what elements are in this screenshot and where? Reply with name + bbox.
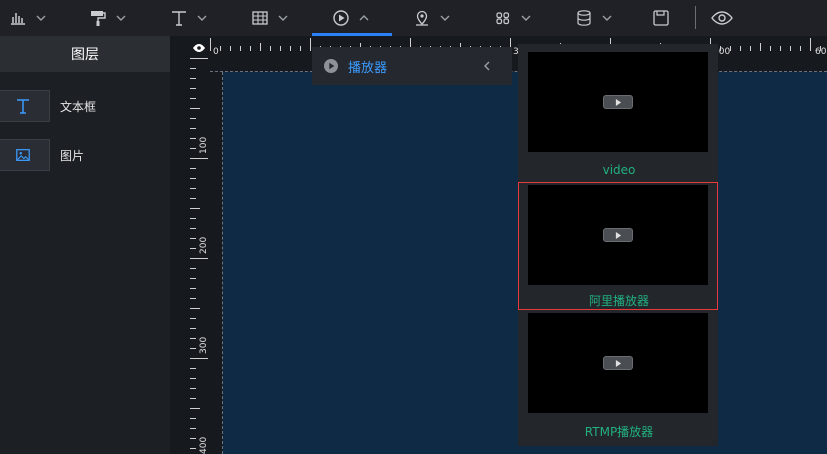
data-menu-button[interactable] bbox=[575, 0, 613, 36]
player-dropdown: video 阿里播放器 RTMP播放器 bbox=[518, 44, 718, 446]
layer-label: 图片 bbox=[60, 148, 85, 163]
play-button bbox=[603, 356, 633, 370]
chevron-down-icon bbox=[197, 15, 207, 21]
paint-roller-icon bbox=[91, 11, 106, 26]
ruler-label: 300 bbox=[199, 337, 209, 354]
database-icon bbox=[577, 10, 591, 26]
layer-item-image[interactable]: 图片 bbox=[0, 139, 170, 171]
layer-thumbnail bbox=[0, 90, 50, 122]
save-icon bbox=[653, 10, 669, 26]
chevron-down-icon bbox=[116, 15, 126, 21]
eye-icon bbox=[711, 11, 733, 25]
player-option-rtmp[interactable]: RTMP播放器 bbox=[518, 312, 718, 440]
bar-chart-icon bbox=[11, 13, 25, 25]
play-circle-icon bbox=[324, 59, 338, 73]
player-label: 阿里播放器 bbox=[588, 294, 649, 308]
layer-item-textbox[interactable]: 文本框 bbox=[0, 90, 170, 122]
stage-margin-left bbox=[210, 72, 223, 454]
submenu-label: 播放器 bbox=[348, 60, 388, 76]
layer-label: 文本框 bbox=[60, 99, 97, 114]
component-menu-button[interactable] bbox=[494, 0, 532, 36]
chevron-down-icon bbox=[602, 15, 612, 21]
eye-icon bbox=[193, 44, 205, 52]
layers-panel: 图层 文本框 图片 bbox=[0, 36, 170, 454]
player-label: RTMP播放器 bbox=[584, 425, 654, 439]
text-icon bbox=[17, 99, 29, 114]
layers-title: 图层 bbox=[0, 36, 170, 72]
top-toolbar bbox=[0, 0, 827, 36]
editor-window: 图层 文本框 图片 0 3 600 60 100 200 300 400 播放器… bbox=[0, 0, 827, 454]
play-icon bbox=[615, 231, 621, 239]
chart-menu-button[interactable] bbox=[9, 0, 47, 36]
preview-button[interactable] bbox=[711, 0, 733, 36]
chevron-left-icon[interactable] bbox=[482, 60, 492, 72]
vertical-ruler: 100 200 300 400 bbox=[190, 58, 209, 454]
text-menu-button[interactable] bbox=[170, 0, 208, 36]
ruler-label: 100 bbox=[199, 137, 209, 154]
player-option-aliyun[interactable]: 阿里播放器 bbox=[518, 182, 718, 310]
player-option-video[interactable]: video bbox=[518, 47, 718, 177]
ruler-label: 0 bbox=[213, 47, 219, 57]
canvas-area: 0 3 600 60 100 200 300 400 bbox=[170, 36, 827, 454]
ruler-label: 60 bbox=[815, 47, 827, 57]
chevron-down-icon bbox=[440, 15, 450, 21]
ruler-label: 200 bbox=[199, 237, 209, 254]
chevron-up-icon bbox=[359, 15, 369, 21]
play-icon bbox=[615, 98, 621, 106]
chevron-down-icon bbox=[278, 15, 288, 21]
toolbar-divider bbox=[695, 6, 696, 29]
player-label: video bbox=[602, 163, 636, 177]
media-submenu[interactable]: 播放器 bbox=[312, 47, 512, 85]
play-button bbox=[603, 95, 633, 109]
video-preview bbox=[528, 185, 708, 285]
table-icon bbox=[252, 11, 268, 25]
layer-thumbnail bbox=[0, 139, 50, 171]
chevron-down-icon bbox=[36, 15, 46, 21]
play-circle-icon bbox=[333, 10, 349, 26]
style-menu-button[interactable] bbox=[89, 0, 127, 36]
play-icon bbox=[615, 359, 621, 367]
text-icon bbox=[172, 11, 186, 26]
ruler-label: 400 bbox=[199, 437, 209, 454]
map-pin-icon bbox=[416, 10, 428, 26]
video-preview bbox=[528, 52, 708, 152]
video-preview bbox=[528, 313, 708, 413]
chevron-down-icon bbox=[521, 15, 531, 21]
save-button[interactable] bbox=[652, 0, 670, 36]
play-button bbox=[603, 228, 633, 242]
ruler-visibility-toggle[interactable] bbox=[188, 38, 210, 58]
grid-icon bbox=[496, 12, 510, 25]
media-menu-button[interactable] bbox=[332, 0, 370, 36]
map-menu-button[interactable] bbox=[413, 0, 451, 36]
image-icon bbox=[16, 149, 30, 161]
table-menu-button[interactable] bbox=[251, 0, 289, 36]
